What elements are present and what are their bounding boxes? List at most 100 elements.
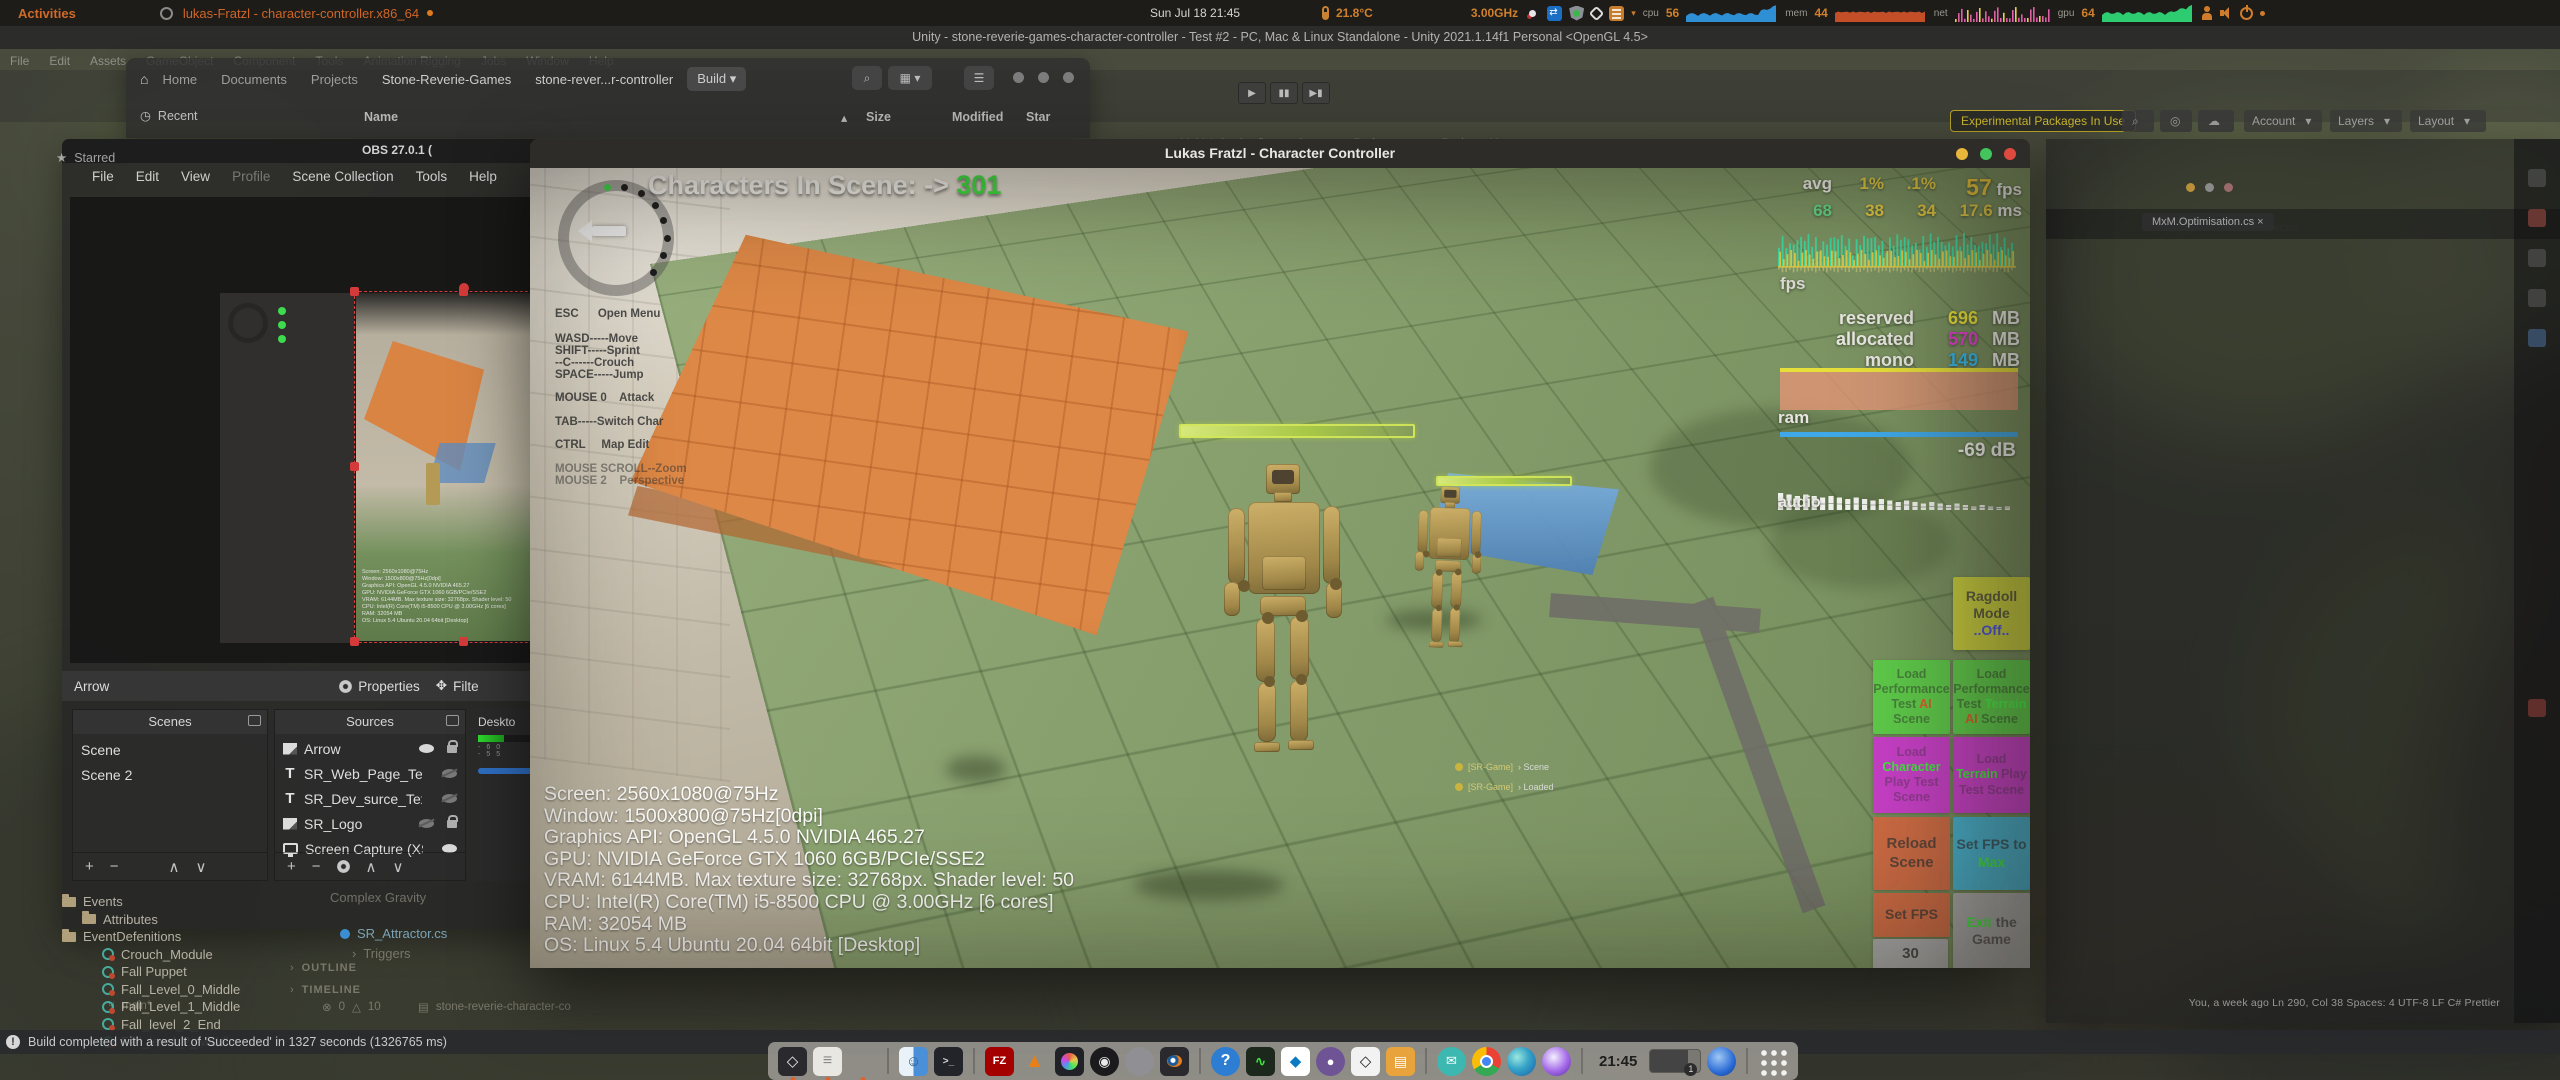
workspace-switcher[interactable]: 1 <box>1649 1049 1701 1073</box>
play-button[interactable]: ▶ <box>1238 82 1266 104</box>
dock-icon-finder[interactable]: ☺ <box>899 1047 928 1076</box>
source-item[interactable]: SR_Logo <box>275 811 465 836</box>
home-icon[interactable]: ⌂ <box>140 71 148 87</box>
game-button-load-performance-test-terrain-ai[interactable]: Load Performance Test Terrain AI Scene <box>1953 660 2030 734</box>
game-viewport[interactable]: Characters In Scene: -> 301 avg1%.1%57 f… <box>530 168 2030 968</box>
dock-icon-app-grid[interactable] <box>1758 1047 1788 1076</box>
maximize-button[interactable] <box>1980 148 1992 160</box>
obs-menu-tools[interactable]: Tools <box>416 169 448 184</box>
dock-icon-edge[interactable] <box>1507 1047 1536 1076</box>
dock-icon-file-manager-unity[interactable]: ◇ <box>778 1047 807 1076</box>
shield-tray-icon[interactable] <box>1569 6 1584 21</box>
ide-tree-item[interactable]: Fall Puppet <box>102 964 187 979</box>
dock-icon-terminal[interactable]: >_ <box>934 1047 963 1076</box>
obs-menu-scene-collection[interactable]: Scene Collection <box>292 169 393 184</box>
column-header-star[interactable]: Star <box>1026 110 1050 124</box>
ide-timeline-section[interactable]: ›TIMELINE <box>290 984 361 996</box>
selection-handle[interactable] <box>350 637 359 646</box>
dock-icon-vlc[interactable]: ▲ <box>1020 1047 1049 1076</box>
visibility-eye-icon[interactable] <box>442 794 457 803</box>
source-item[interactable]: Arrow <box>275 736 465 761</box>
game-button-ragdoll-mode[interactable]: Ragdoll Mode ..Off.. <box>1953 577 2030 650</box>
git-branch-indicator[interactable]: ⑂main* <box>108 1000 151 1012</box>
visibility-eye-icon[interactable] <box>442 769 457 778</box>
obs-menu-edit[interactable]: Edit <box>136 169 159 184</box>
selection-handle[interactable] <box>350 462 359 471</box>
editor-window-controls[interactable] <box>2186 183 2233 192</box>
sidebar-item-starred[interactable]: ★Starred <box>56 150 115 165</box>
ide-tree-item[interactable]: Events <box>62 894 123 909</box>
files-menu-button[interactable]: ☰ <box>964 66 994 90</box>
unity-menu-item-file[interactable]: File <box>10 54 29 68</box>
properties-button[interactable]: Properties <box>339 679 420 694</box>
game-button-load-terrain-play-test[interactable]: Load Terrain Play Test Scene <box>1953 737 2030 813</box>
activities-button[interactable]: Activities <box>18 6 76 21</box>
game-title-bar[interactable]: Lukas Fratzl - Character Controller <box>530 139 2030 168</box>
cloud-icon[interactable]: ☁ <box>2198 110 2234 132</box>
obs-menu-profile[interactable]: Profile <box>232 169 270 184</box>
column-header-size[interactable]: Size <box>866 110 891 124</box>
caret-icon[interactable]: ▾ <box>1631 8 1636 19</box>
source-selection-box[interactable] <box>354 291 540 643</box>
unity-menu-item-edit[interactable]: Edit <box>49 54 70 68</box>
layers-dropdown[interactable]: Layers▾ <box>2330 110 2402 132</box>
obs-tray-icon[interactable] <box>1525 6 1540 21</box>
volume-tray-icon[interactable] <box>2220 7 2233 19</box>
scene-item[interactable]: Scene 2 <box>73 762 267 787</box>
close-button[interactable] <box>2004 148 2016 160</box>
add-source-button[interactable]: + <box>287 858 296 875</box>
gizmo-icon[interactable]: ◎ <box>2160 110 2192 132</box>
experimental-packages-button[interactable]: Experimental Packages In Use <box>1950 110 2136 132</box>
column-header-modified[interactable]: Modified <box>952 110 1003 124</box>
focused-app-title[interactable]: lukas-Fratzl - character-controller.x86_… <box>183 6 419 21</box>
problems-indicator[interactable]: ⊗0△10 <box>322 1000 381 1014</box>
close-icon[interactable]: × <box>2257 216 2263 228</box>
dock-icon-visual-studio[interactable]: ◆ <box>1281 1047 1310 1076</box>
breadcrumb-item[interactable]: stone-rever...r-controller <box>525 68 683 91</box>
source-item[interactable]: TSR_Web_Page_Text <box>275 761 465 786</box>
game-button-fps-30[interactable]: 30 <box>1873 939 1948 968</box>
teamviewer-tray-icon[interactable] <box>1547 6 1562 21</box>
source-settings-button[interactable] <box>337 860 350 873</box>
account-dropdown[interactable]: Account▾ <box>2244 110 2322 132</box>
breadcrumb-item[interactable]: Projects <box>301 68 368 91</box>
ide-tree-item[interactable]: Fall_Level_0_Middle <box>102 982 240 997</box>
editor-tab[interactable]: MxM.Optimisation.cs × <box>2142 213 2274 231</box>
obs-preview-canvas[interactable]: Screen: 2560x1080@75Hz Window: 1500x800@… <box>70 197 540 663</box>
dock-icon-filezilla[interactable]: FZ <box>985 1047 1014 1076</box>
column-header-name[interactable]: Name <box>364 110 398 124</box>
dock-icon-obs[interactable]: ◉ <box>1090 1047 1119 1076</box>
build-breadcrumb-button[interactable]: Build ▾ <box>687 67 746 91</box>
layout-dropdown[interactable]: Layout▾ <box>2410 110 2486 132</box>
unity-menu-item-assets[interactable]: Assets <box>90 54 126 68</box>
files-window-controls[interactable] <box>1013 72 1074 83</box>
game-button-set-fps-max[interactable]: Set FPS to Max <box>1953 817 2030 890</box>
scene-item[interactable]: Scene <box>73 737 267 762</box>
lock-icon[interactable] <box>447 745 457 753</box>
selection-handle[interactable] <box>459 637 468 646</box>
obs-menu-help[interactable]: Help <box>469 169 497 184</box>
step-button[interactable]: ▶▮ <box>1302 82 1330 104</box>
filters-button[interactable]: ✥Filte <box>436 678 479 694</box>
sidebar-item-recent[interactable]: ◷Recent <box>140 108 198 123</box>
dock-icon-github[interactable]: ● <box>1316 1047 1345 1076</box>
ide-tree-item[interactable]: EventDefenitions <box>62 929 181 944</box>
dock-icon-help[interactable]: ? <box>1211 1047 1240 1076</box>
ide-outline-section[interactable]: ›OUTLINE <box>290 962 357 974</box>
source-down-button[interactable]: ∨ <box>393 858 404 876</box>
game-button-exit-game[interactable]: Exit the Game <box>1953 893 2030 968</box>
dock-icon-text-editor[interactable]: ≡ <box>813 1047 842 1076</box>
dock-icon-notes[interactable]: ▤ <box>1386 1047 1415 1076</box>
source-item[interactable]: TSR_Dev_surce_Text <box>275 786 465 811</box>
dock-icon-mail[interactable]: ✉ <box>1437 1047 1466 1076</box>
game-button-reload-scene[interactable]: Reload Scene <box>1873 817 1950 890</box>
dock-icon-unity-hub[interactable]: ◇ <box>1351 1047 1380 1076</box>
ide-tree-item[interactable]: Crouch_Module <box>102 947 213 962</box>
dock-icon-chrome[interactable]: ● <box>1472 1047 1501 1076</box>
dock-icon-system-monitor[interactable]: ∿ <box>1246 1047 1275 1076</box>
game-button-set-fps[interactable]: Set FPS <box>1873 893 1950 937</box>
ide-open-file[interactable]: SR_Attractor.cs <box>340 926 447 941</box>
files-search-button[interactable]: ⌕ <box>852 66 882 90</box>
obs-menu-file[interactable]: File <box>92 169 114 184</box>
ide-triggers-node[interactable]: ›Triggers <box>352 946 411 961</box>
